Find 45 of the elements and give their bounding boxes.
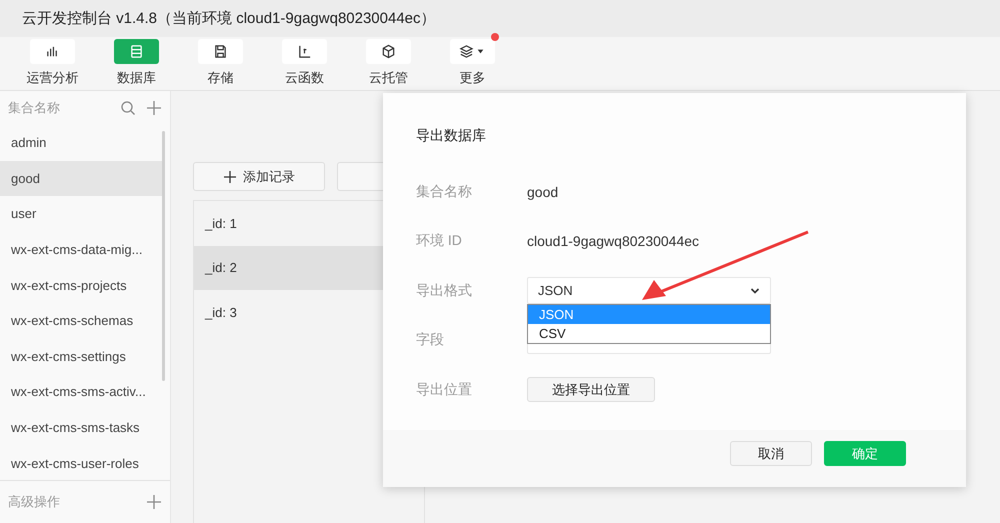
collection-item[interactable]: good <box>0 160 163 196</box>
collection-item[interactable]: wx-ext-cms-projects <box>0 267 163 303</box>
bar-chart-icon <box>45 44 60 59</box>
collection-item[interactable]: wx-ext-cms-settings <box>0 338 163 374</box>
toolbar-button[interactable] <box>198 39 243 64</box>
window-title: 云开发控制台 v1.4.8（当前环境 cloud1-9gagwq80230044ec） <box>0 0 1000 37</box>
field-label: 集合名称 <box>416 182 473 201</box>
cube-icon <box>381 44 396 59</box>
field-value: cloud1-9gagwq80230044ec <box>527 233 700 250</box>
add-icon[interactable] <box>146 100 162 116</box>
cancel-button[interactable]: 取消 <box>730 441 812 466</box>
advanced-actions-label: 高级操作 <box>8 493 61 511</box>
choose-location-button[interactable]: 选择导出位置 <box>527 377 655 402</box>
collection-item[interactable]: wx-ext-cms-sms-tasks <box>0 410 163 446</box>
toolbar-button[interactable] <box>450 39 495 64</box>
scrollbar[interactable] <box>162 131 165 381</box>
toolbar-label: 更多 <box>460 69 486 87</box>
toolbar-label: 云托管 <box>369 69 408 87</box>
field-label: 导出位置 <box>416 380 473 399</box>
field-value: good <box>527 184 558 200</box>
dialog-title: 导出数据库 <box>415 126 487 145</box>
toolbar-button[interactable] <box>366 39 411 64</box>
function-icon <box>297 44 312 59</box>
collection-item[interactable]: wx-ext-cms-sms-activ... <box>0 374 163 410</box>
toolbar-label: 存储 <box>208 69 234 87</box>
collection-item[interactable]: wx-ext-cms-user-roles <box>0 445 163 480</box>
collection-item[interactable]: wx-ext-cms-schemas <box>0 302 163 339</box>
database-icon <box>129 44 144 59</box>
chevron-down-icon <box>750 286 760 295</box>
collection-item[interactable]: admin <box>0 125 163 161</box>
collection-item[interactable]: user <box>0 196 163 232</box>
toolbar-button[interactable] <box>30 39 75 64</box>
field-label: 字段 <box>416 331 445 350</box>
toolbar-label: 数据库 <box>117 69 156 87</box>
toolbar-label: 云函数 <box>285 69 324 87</box>
collection-item[interactable]: wx-ext-cms-data-mig... <box>0 232 163 268</box>
plus-icon <box>223 170 237 184</box>
format-select[interactable]: JSON <box>527 277 771 304</box>
add-icon[interactable] <box>146 494 162 510</box>
sidebar-header: 集合名称 <box>8 99 61 117</box>
save-icon <box>213 44 228 59</box>
add-record-button[interactable]: 添加记录 <box>193 162 325 191</box>
search-icon[interactable] <box>120 100 136 116</box>
toolbar-button[interactable] <box>282 39 327 64</box>
toolbar-label: 运营分析 <box>26 69 78 87</box>
